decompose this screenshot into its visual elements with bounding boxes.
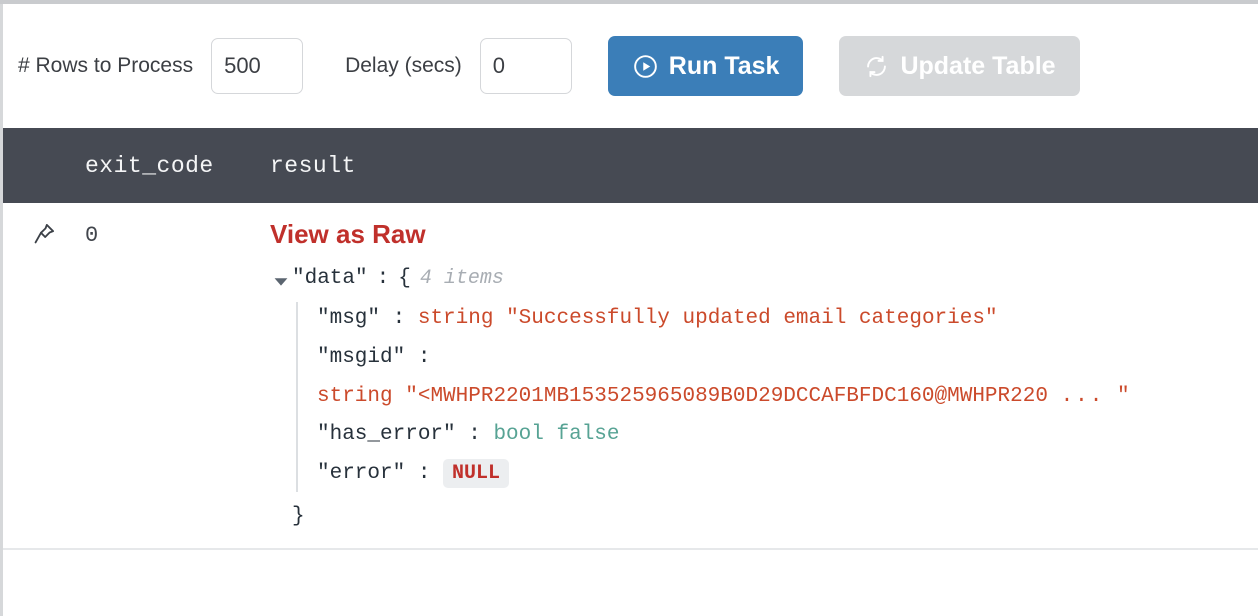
refresh-icon bbox=[863, 53, 890, 80]
json-entry-has-error: "has_error" : bool false bbox=[317, 416, 1130, 455]
json-root-colon: : bbox=[376, 267, 390, 290]
json-children: "msg" : string "Successfully updated ema… bbox=[292, 300, 1130, 494]
json-type-msgid: string bbox=[317, 384, 393, 408]
json-colon-error: : bbox=[417, 462, 431, 486]
json-colon-has-error: : bbox=[468, 423, 481, 447]
json-value-msg: "Successfully updated email categories" bbox=[506, 306, 998, 330]
json-colon-msg: : bbox=[392, 306, 406, 330]
run-task-button[interactable]: Run Task bbox=[607, 36, 804, 96]
app-root: # Rows to Process Delay (secs) Run Task bbox=[0, 0, 1258, 616]
json-root-line: "data" : { 4 items bbox=[292, 260, 1130, 299]
json-value-msgid-closequote: " bbox=[1116, 384, 1130, 408]
json-key-msgid: "msgid" bbox=[317, 345, 406, 369]
json-viewer: "data" : { 4 items "msg" : string "Succe… bbox=[270, 260, 1258, 537]
json-key-error: "error" bbox=[317, 462, 406, 486]
pin-icon[interactable] bbox=[31, 221, 57, 247]
update-table-label: Update Table bbox=[900, 51, 1056, 80]
cell-result: View as Raw "data" : { 4 items "msg": s… bbox=[270, 217, 1258, 537]
json-value-msgid-ellipsis: ... bbox=[1060, 384, 1105, 408]
json-colon-msgid: : bbox=[417, 345, 431, 369]
chevron-down-icon[interactable] bbox=[270, 269, 292, 295]
json-root-open-brace: { bbox=[398, 267, 411, 290]
json-type-has-error: bool bbox=[493, 423, 544, 447]
row-pin-cell bbox=[3, 217, 85, 247]
json-root-key: "data" bbox=[292, 267, 368, 290]
json-key-msg: "msg" bbox=[317, 306, 381, 330]
json-items-count: 4 items bbox=[419, 267, 504, 290]
play-circle-icon bbox=[632, 53, 659, 80]
json-value-has-error: false bbox=[556, 423, 620, 447]
table-row: 0 View as Raw "data" : {4 items "msg":… bbox=[3, 203, 1258, 550]
json-key-has-error: "has_error" bbox=[317, 423, 456, 447]
json-value-error-null: NULL bbox=[443, 459, 510, 489]
run-task-label: Run Task bbox=[668, 51, 780, 80]
json-close-brace: } bbox=[292, 505, 305, 529]
view-as-raw-link[interactable]: View as Raw bbox=[270, 219, 426, 250]
rows-to-process-label: # Rows to Process bbox=[18, 54, 194, 77]
table-empty-area bbox=[3, 550, 1258, 616]
json-entry-msg: "msg" : string "Successfully updated ema… bbox=[317, 300, 1130, 339]
json-entry-msgid: "msgid" : string "<MWHPR2201MB1535259650… bbox=[317, 339, 1130, 417]
delay-label: Delay (secs) bbox=[345, 54, 462, 77]
json-entry-error: "error" : NULL bbox=[317, 455, 1130, 494]
results-table-header: exit_code result bbox=[3, 128, 1258, 203]
json-value-msgid: "<MWHPR2201MB153525965089B0D29DCCAFBFDC1… bbox=[405, 384, 1048, 408]
json-type-msg: string bbox=[417, 306, 494, 330]
column-header-result: result bbox=[270, 152, 356, 179]
delay-input[interactable] bbox=[479, 38, 572, 94]
cell-exit-code: 0 bbox=[85, 223, 99, 248]
task-toolbar: # Rows to Process Delay (secs) Run Task bbox=[3, 4, 1258, 128]
update-table-button[interactable]: Update Table bbox=[839, 36, 1080, 96]
json-body: "data" : { 4 items "msg" : string "Succe… bbox=[292, 260, 1130, 537]
column-header-exit-code: exit_code bbox=[85, 152, 214, 179]
rows-to-process-input[interactable] bbox=[211, 38, 304, 94]
